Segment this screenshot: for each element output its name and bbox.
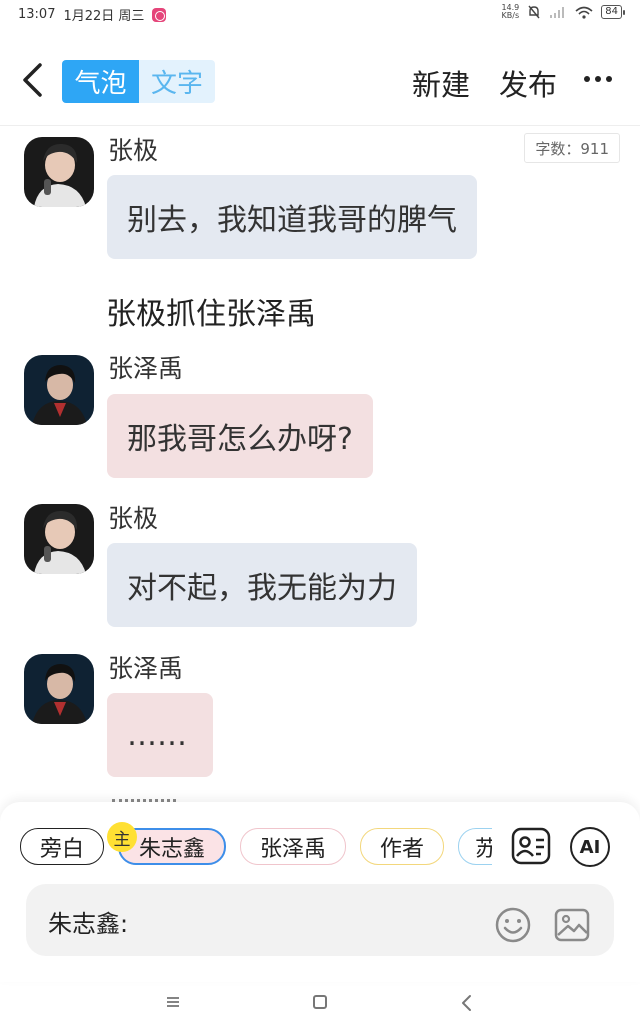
message-input[interactable]: 朱志鑫:	[26, 884, 614, 956]
new-button[interactable]: 新建	[412, 62, 470, 104]
avatar[interactable]	[24, 137, 94, 207]
main-character-badge: 主	[107, 822, 137, 852]
mute-icon	[528, 5, 540, 19]
message-bubble[interactable]: 对不起，我无能为力	[107, 543, 417, 627]
role-chip[interactable]: 苏	[458, 828, 492, 865]
avatar[interactable]	[24, 654, 94, 724]
publish-button[interactable]: 发布	[499, 62, 557, 104]
app-notification-icon	[152, 7, 167, 22]
chat-area[interactable]: 字数：911 张极 别去，我知道我哥的脾气 张极抓住张泽禹 张泽禹 那我哥怎么办…	[0, 127, 640, 803]
ai-assistant-button[interactable]: AI	[570, 827, 610, 867]
top-app-bar: 气泡 文字 新建 发布	[0, 28, 640, 126]
net-speed-unit: KB/s	[501, 11, 520, 20]
avatar[interactable]	[24, 355, 94, 425]
system-nav-bar	[0, 982, 640, 1024]
sender-name: 张泽禹	[108, 654, 184, 683]
net-speed: 14.9 KB/s	[501, 4, 519, 20]
more-options-icon[interactable]	[584, 76, 612, 82]
emoji-icon[interactable]	[494, 906, 532, 944]
battery-indicator: 84	[601, 5, 625, 19]
role-selector: 旁白 朱志鑫 张泽禹 作者 苏	[20, 826, 492, 866]
nav-back-icon[interactable]	[460, 994, 474, 1012]
nav-home-icon[interactable]	[313, 995, 327, 1009]
tab-text[interactable]: 文字	[139, 60, 215, 103]
back-arrow-icon[interactable]	[20, 62, 46, 98]
role-chip[interactable]: 张泽禹	[240, 828, 346, 865]
wifi-icon	[575, 6, 593, 19]
sender-name: 张极	[108, 136, 159, 165]
sender-name: 张极	[108, 504, 159, 533]
status-date: 1月22日 周三	[63, 9, 145, 24]
signal-icon	[550, 7, 565, 18]
message-bubble[interactable]: 那我哥怎么办呀?	[107, 394, 373, 478]
role-chip-narrator[interactable]: 旁白	[20, 828, 104, 865]
input-role-prefix: 朱志鑫:	[48, 910, 129, 938]
sender-name: 张泽禹	[108, 354, 184, 383]
message-bubble[interactable]: ……	[107, 693, 213, 777]
status-time: 13:07	[18, 7, 56, 22]
role-chip-author[interactable]: 作者	[360, 828, 444, 865]
word-count-badge: 字数：911	[524, 133, 620, 163]
status-bar: 13:07 1月22日 周三 14.9 KB/s 84	[0, 0, 640, 28]
image-icon[interactable]	[553, 906, 591, 944]
narration-text[interactable]: 张极抓住张泽禹	[106, 289, 316, 333]
contact-card-icon[interactable]	[511, 826, 551, 866]
mode-toggle: 气泡 文字	[62, 60, 215, 103]
message-bubble[interactable]: 别去，我知道我哥的脾气	[107, 175, 477, 259]
tab-bubble[interactable]: 气泡	[62, 60, 139, 103]
avatar[interactable]	[24, 504, 94, 574]
nav-menu-icon[interactable]	[166, 996, 180, 1008]
